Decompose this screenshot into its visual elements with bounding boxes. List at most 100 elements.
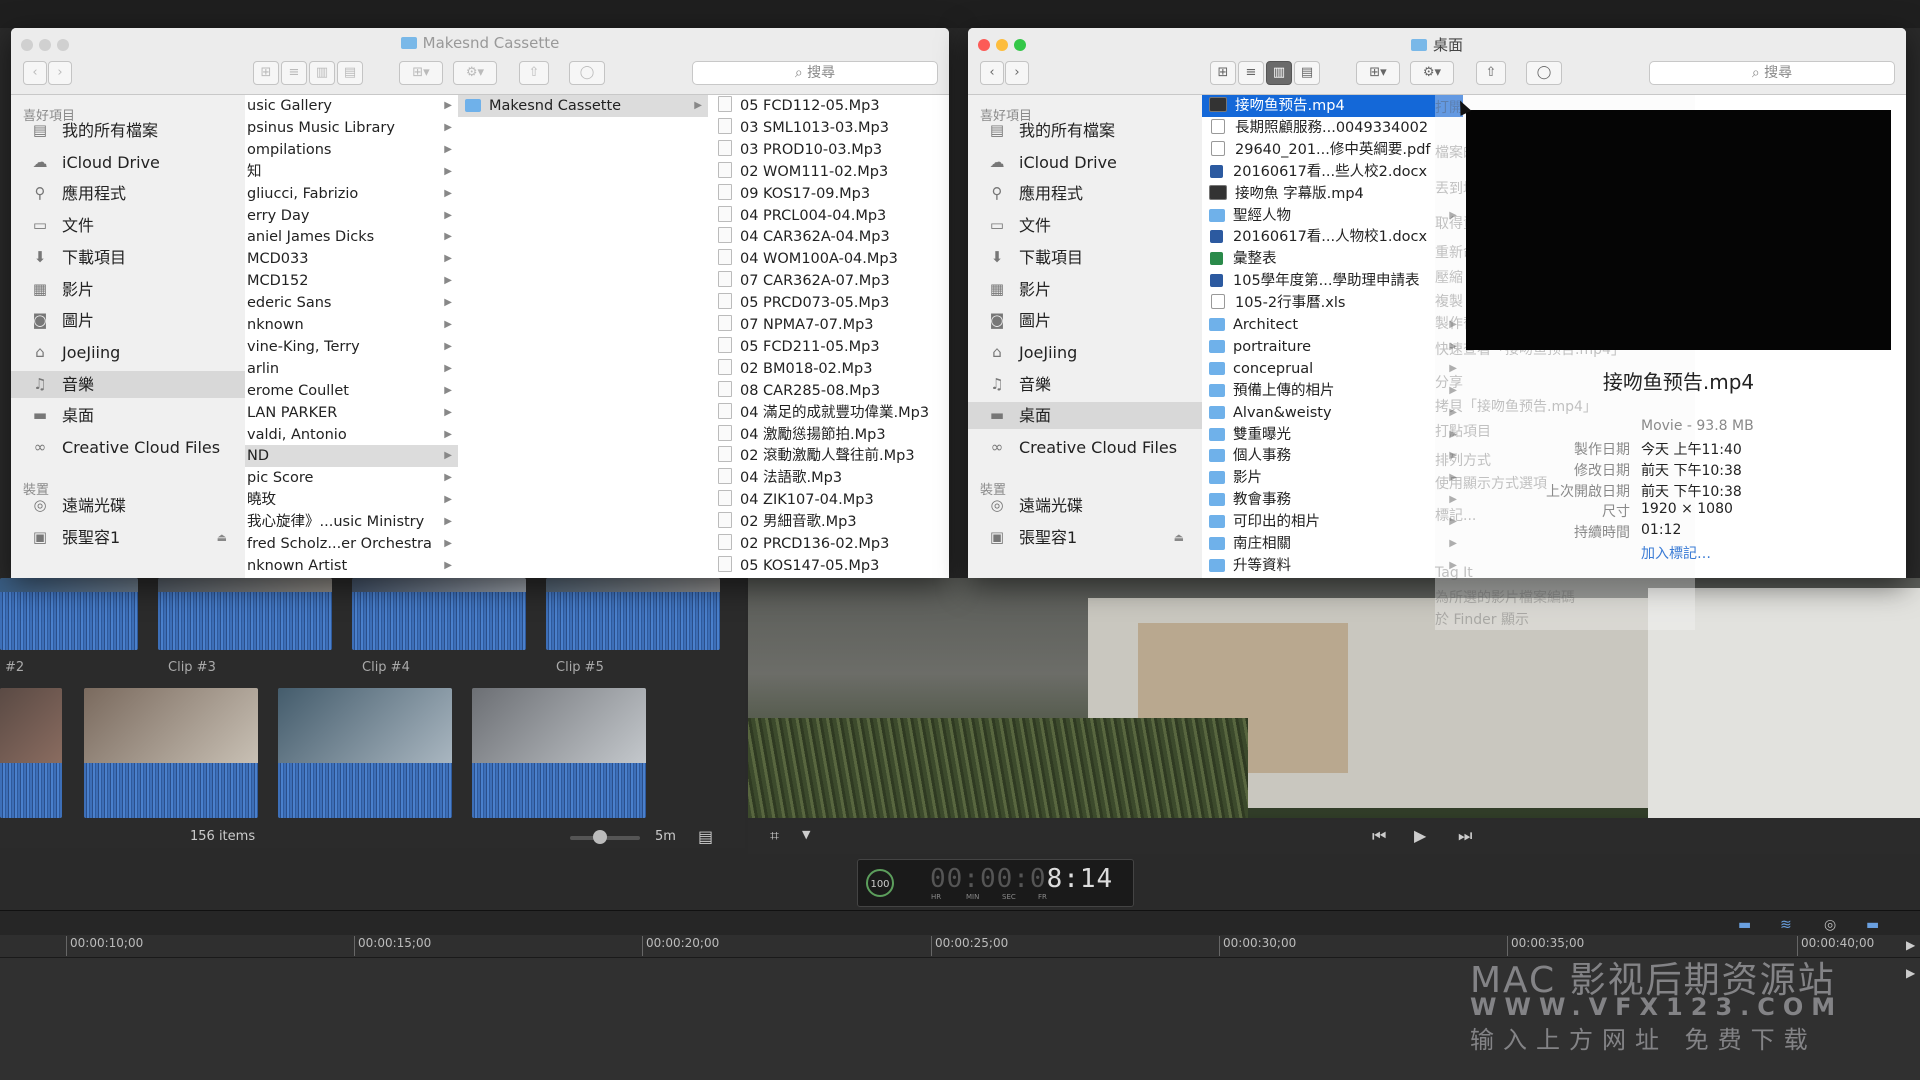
track-row[interactable]: 02 滾動激勵人聲往前.Mp3 — [708, 445, 949, 467]
eject-icon[interactable]: ⏏ — [217, 524, 227, 551]
artist-row[interactable]: psinus Music Library ▶ — [245, 117, 458, 139]
list-view-button[interactable]: ≡ — [1238, 61, 1264, 85]
artist-row[interactable]: 知 ▶ — [245, 161, 458, 183]
audio-skimming-icon[interactable]: ≋ — [1780, 917, 1792, 933]
file-row[interactable]: 升等資料 ▶ — [1202, 555, 1463, 577]
sidebar-item[interactable]: ∞ Creative Cloud Files — [11, 434, 245, 461]
track-row[interactable]: 05 KOS147-05.Mp3 — [708, 555, 949, 577]
sidebar-item[interactable]: ◎ 遠端光碟 — [968, 492, 1202, 519]
sidebar-item[interactable]: ▣ 張聖容1 ⏏ — [11, 524, 245, 551]
artist-row[interactable]: arlin ▶ — [245, 358, 458, 380]
forward-button[interactable]: › — [1005, 61, 1029, 85]
file-row[interactable]: 20160617看...些人校2.docx — [1202, 161, 1463, 183]
sidebar-item[interactable]: ▤ 我的所有檔案 — [11, 117, 245, 144]
sidebar-item[interactable]: ♫ 音樂 — [11, 370, 245, 398]
artist-row[interactable]: 我心旋律》...usic Ministry ▶ — [245, 511, 458, 533]
back-button[interactable]: ‹ — [23, 61, 47, 85]
track-row[interactable]: 04 WOM100A-04.Mp3 — [708, 248, 949, 270]
track-row[interactable]: 07 CAR362A-07.Mp3 — [708, 270, 949, 292]
browser-clip[interactable] — [278, 688, 452, 818]
track-row[interactable]: 04 滿足的成就豐功偉業.Mp3 — [708, 402, 949, 424]
file-row[interactable]: Architect ▶ — [1202, 314, 1463, 336]
file-row[interactable]: 29640_201...修中英綱要.pdf — [1202, 139, 1463, 161]
icon-view-button[interactable]: ⊞ — [253, 61, 279, 85]
browser-clip[interactable] — [0, 578, 138, 650]
action-gear-button[interactable]: ⚙▾ — [1410, 61, 1454, 85]
tags-button[interactable]: ◯ — [1526, 61, 1562, 85]
sidebar-item[interactable]: ▬ 桌面 — [11, 402, 245, 429]
column-view-button[interactable]: ▥ — [309, 61, 335, 85]
track-row[interactable]: 04 法語歌.Mp3 — [708, 467, 949, 489]
file-row[interactable]: 影片 ▶ — [1202, 467, 1463, 489]
artist-row[interactable]: MCD152 ▶ — [245, 270, 458, 292]
icon-view-button[interactable]: ⊞ — [1210, 61, 1236, 85]
play-icon[interactable]: ▶ — [1414, 826, 1426, 845]
file-row[interactable]: 教會事務 ▶ — [1202, 489, 1463, 511]
sidebar-item[interactable]: ▤ 我的所有檔案 — [968, 117, 1202, 144]
sidebar-item[interactable]: ▭ 文件 — [968, 212, 1202, 239]
artist-row[interactable]: fred Scholz...er Orchestra ▶ — [245, 533, 458, 555]
track-row[interactable]: 04 激勵慫揚節拍.Mp3 — [708, 424, 949, 446]
cover-flow-button[interactable]: ▤ — [1294, 61, 1320, 85]
sidebar-item[interactable]: ☁ iCloud Drive — [968, 149, 1202, 176]
artist-row[interactable]: ND ▶ — [245, 445, 458, 468]
artist-row[interactable]: nknown Artist ▶ — [245, 555, 458, 577]
file-row[interactable]: 彙整表 — [1202, 248, 1463, 270]
track-row[interactable]: 05 FCD112-05.Mp3 — [708, 95, 949, 117]
share-button[interactable]: ⇧ — [1476, 61, 1506, 85]
track-row[interactable]: 04 CAR362A-04.Mp3 — [708, 226, 949, 248]
browser-clip[interactable] — [352, 578, 526, 650]
file-row[interactable]: 長期照顧服務...0049334002 — [1202, 117, 1463, 139]
solo-icon[interactable]: ◎ — [1824, 917, 1836, 933]
browser-clip[interactable] — [546, 578, 720, 650]
artist-row[interactable]: MCD033 ▶ — [245, 248, 458, 270]
track-row[interactable]: 07 NPMA7-07.Mp3 — [708, 314, 949, 336]
track-row[interactable]: 02 BM018-02.Mp3 — [708, 358, 949, 380]
timeline-scroll-arrow-icon[interactable]: ▶ — [1906, 938, 1915, 952]
back-button[interactable]: ‹ — [980, 61, 1004, 85]
snapping-icon[interactable]: ▬ — [1866, 917, 1879, 933]
previous-edit-icon[interactable]: ⏮ — [1372, 826, 1386, 846]
file-row[interactable]: conceprual ▶ — [1202, 358, 1463, 380]
sidebar-item[interactable]: ⚲ 應用程式 — [11, 180, 245, 207]
sidebar-item[interactable]: ▬ 桌面 — [968, 402, 1202, 430]
file-row[interactable]: 個人事務 ▶ — [1202, 445, 1463, 467]
sidebar-item[interactable]: ⌂ JoeJiing — [11, 339, 245, 366]
forward-button[interactable]: › — [48, 61, 72, 85]
browser-clip[interactable] — [472, 688, 646, 818]
action-gear-button[interactable]: ⚙▾ — [453, 61, 497, 85]
file-row[interactable]: 預備上傳的相片 ▶ — [1202, 380, 1463, 402]
arrange-button[interactable]: ⊞▾ — [1356, 61, 1400, 85]
file-row[interactable]: 接吻鱼预告.mp4 — [1202, 95, 1463, 117]
tags-button[interactable]: ◯ — [569, 61, 605, 85]
sidebar-item[interactable]: ⚲ 應用程式 — [968, 180, 1202, 207]
artist-row[interactable]: ompilations ▶ — [245, 139, 458, 161]
track-row[interactable]: 04 PRCL004-04.Mp3 — [708, 205, 949, 227]
search-field[interactable]: ⌕ 搜尋 — [1649, 61, 1895, 85]
track-row[interactable]: 02 WOM111-02.Mp3 — [708, 161, 949, 183]
track-row[interactable]: 02 PRCD136-02.Mp3 — [708, 533, 949, 555]
browser-clip[interactable] — [84, 688, 258, 818]
track-row[interactable]: 02 男細音歌.Mp3 — [708, 511, 949, 533]
file-row[interactable]: 20160617看...人物校1.docx — [1202, 226, 1463, 248]
clip-zoom-slider-knob[interactable] — [593, 830, 607, 844]
file-row[interactable]: 雙重曝光 ▶ — [1202, 424, 1463, 446]
sidebar-item[interactable]: ∞ Creative Cloud Files — [968, 434, 1202, 461]
transform-menu-icon[interactable]: ▼ — [802, 828, 810, 841]
artist-row[interactable]: aniel James Dicks ▶ — [245, 226, 458, 248]
share-button[interactable]: ⇧ — [519, 61, 549, 85]
next-edit-icon[interactable]: ⏭ — [1458, 826, 1472, 846]
track-row[interactable]: 05 PRCD073-05.Mp3 — [708, 292, 949, 314]
sidebar-item[interactable]: ⬇ 下載項目 — [968, 244, 1202, 271]
sidebar-item[interactable]: ▣ 張聖容1 ⏏ — [968, 524, 1202, 551]
track-row[interactable]: 09 KOS17-09.Mp3 — [708, 183, 949, 205]
transform-icon[interactable]: ⌗ — [770, 826, 779, 846]
sidebar-item[interactable]: ⬇ 下載項目 — [11, 244, 245, 271]
file-row[interactable]: 105學年度第...學助理申請表 — [1202, 270, 1463, 292]
artist-row[interactable]: erome Coullet ▶ — [245, 380, 458, 402]
artist-row[interactable]: LAN PARKER ▶ — [245, 402, 458, 424]
file-row[interactable]: Alvan&weisty ▶ — [1202, 402, 1463, 424]
artist-row[interactable]: pic Score ▶ — [245, 467, 458, 489]
timeline-scroll-arrow-icon[interactable]: ▶ — [1906, 966, 1915, 980]
arrange-button[interactable]: ⊞▾ — [399, 61, 443, 85]
